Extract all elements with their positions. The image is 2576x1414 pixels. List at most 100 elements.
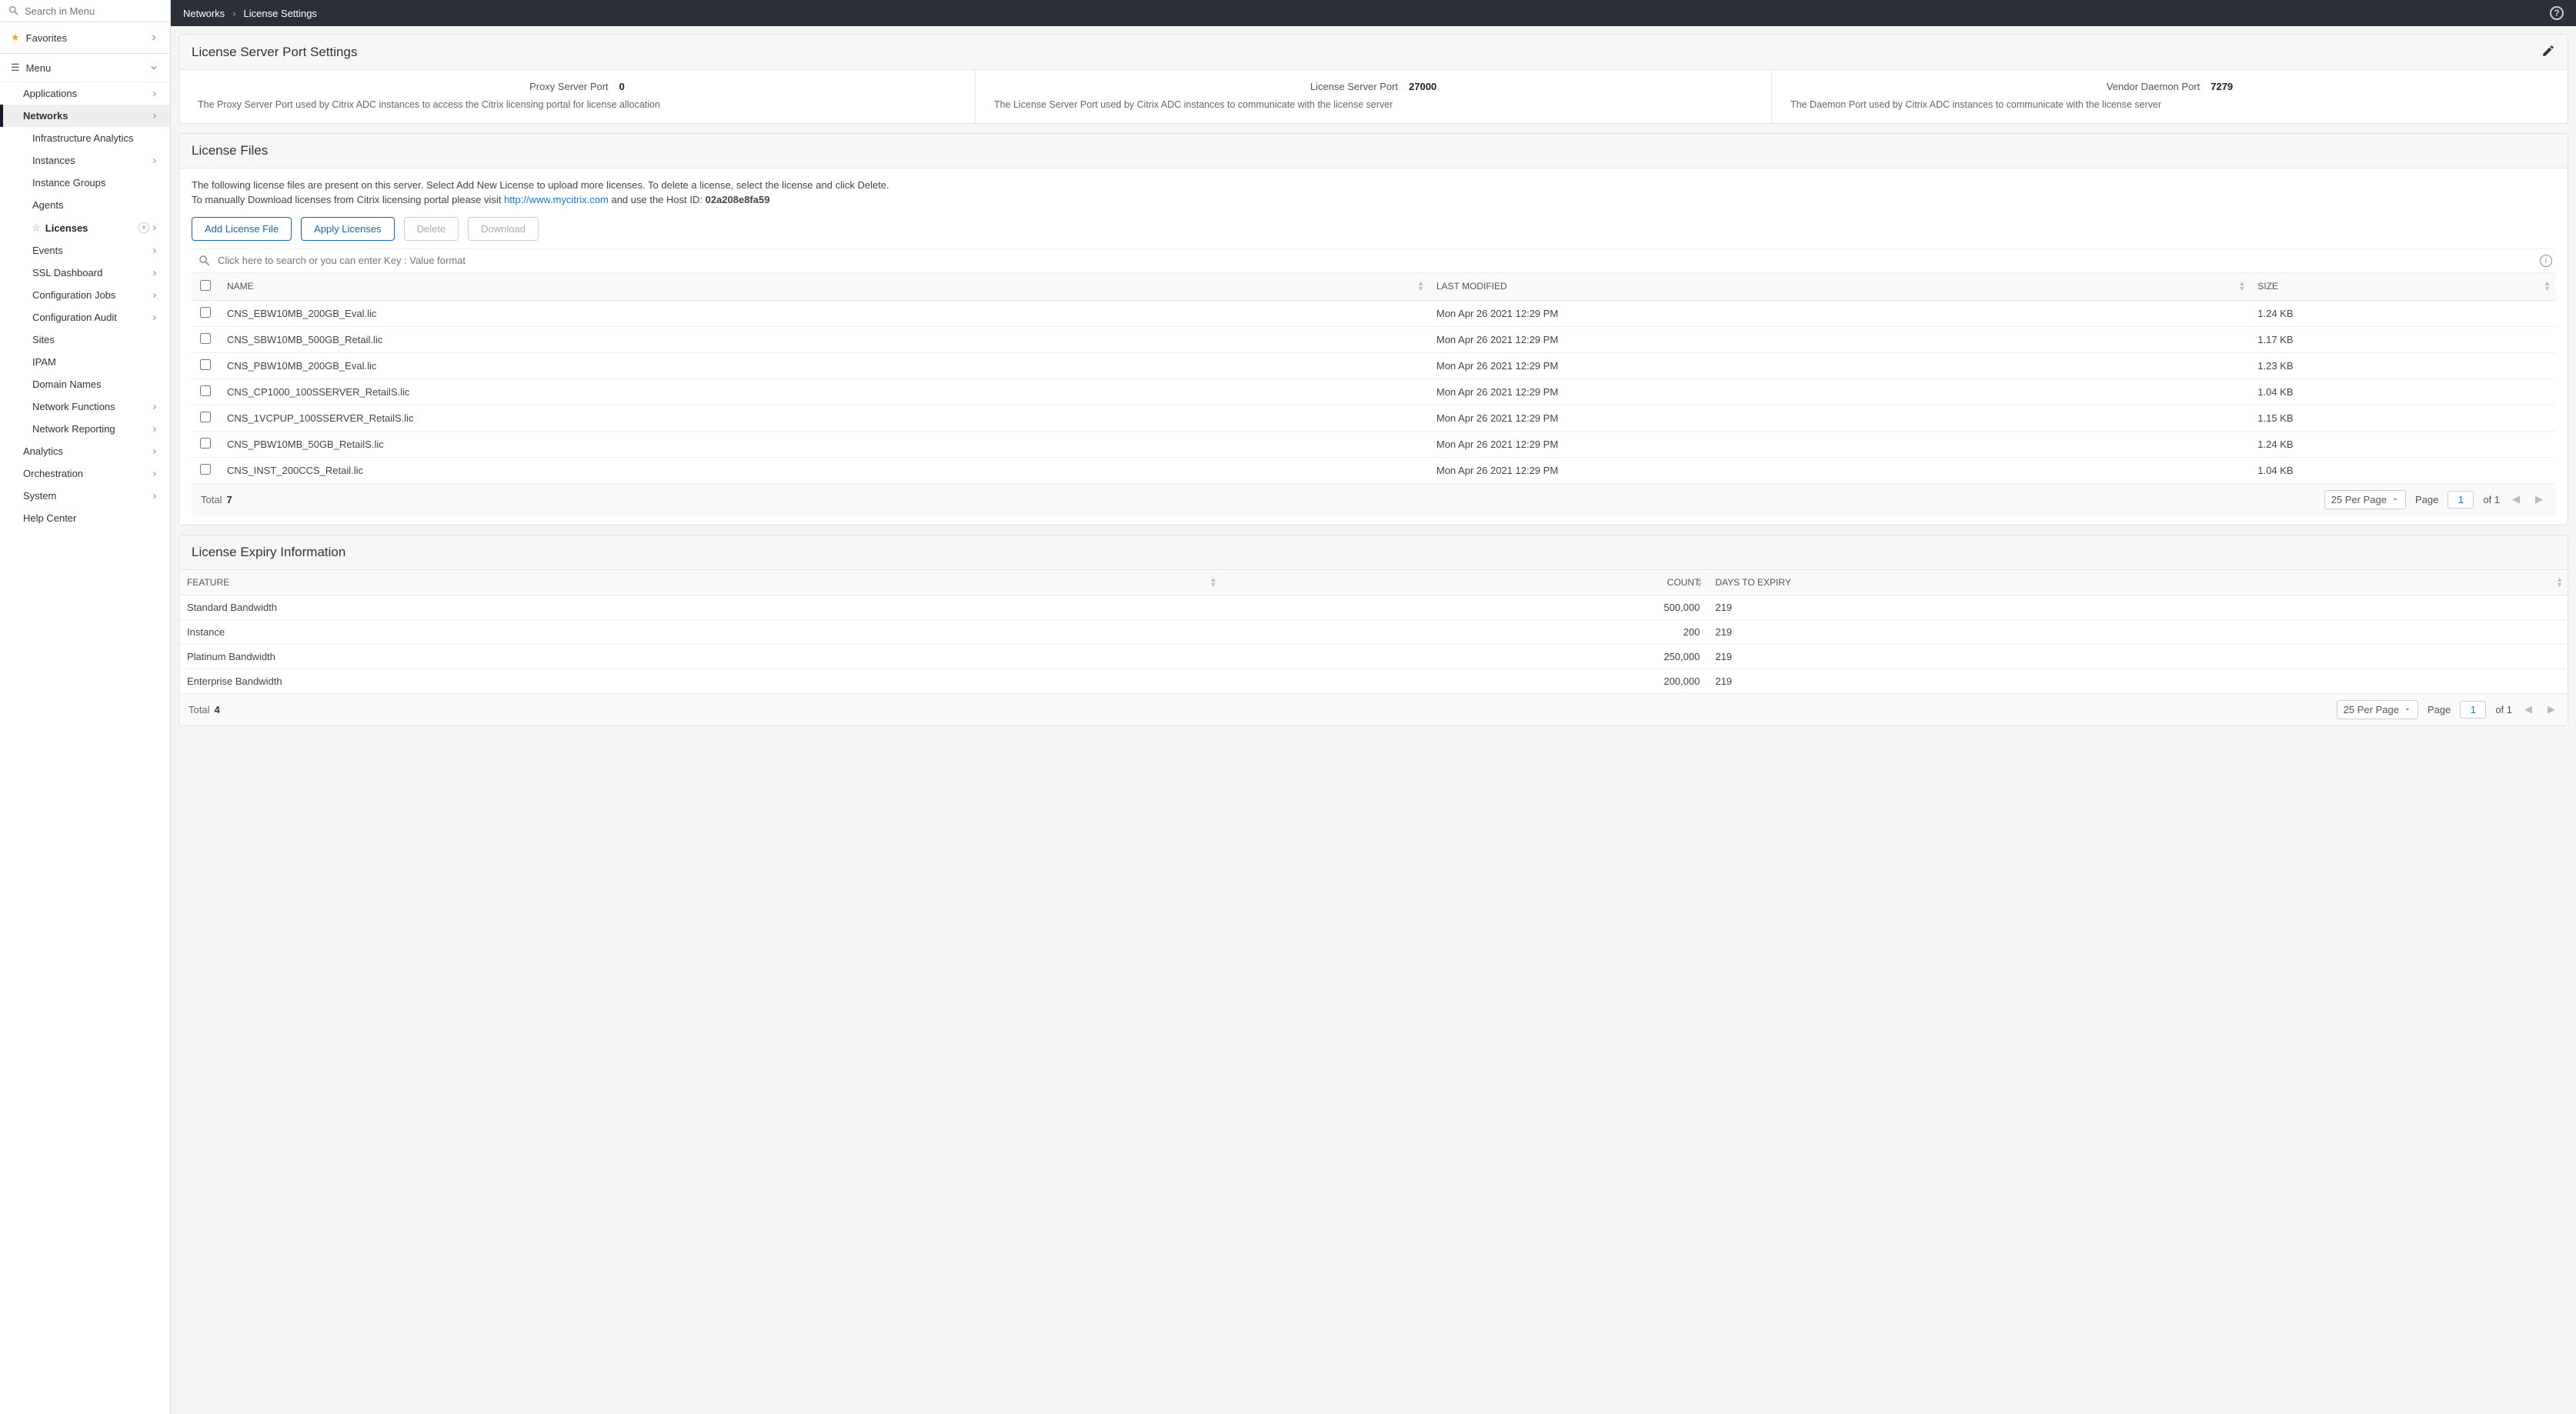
cell-days: 219: [1707, 644, 2568, 669]
sidebar-item-network-functions[interactable]: Network Functions: [0, 395, 170, 418]
prev-page-icon[interactable]: ◀: [2521, 703, 2535, 715]
table-row[interactable]: Enterprise Bandwidth200,000219: [179, 669, 2568, 693]
main: Networks › License Settings ? License Se…: [171, 0, 2576, 1414]
license-search-row: i: [192, 248, 2555, 273]
help-icon[interactable]: ?: [2550, 6, 2564, 20]
port-desc: The License Server Port used by Citrix A…: [994, 98, 1753, 112]
license-search-input[interactable]: [218, 255, 2540, 266]
table-row[interactable]: Instance200219: [179, 619, 2568, 644]
port-desc: The Daemon Port used by Citrix ADC insta…: [1790, 98, 2549, 112]
per-page-select[interactable]: 25 Per Page: [2324, 490, 2406, 509]
page-input[interactable]: [2460, 701, 2486, 719]
sidebar-item-sites[interactable]: Sites: [0, 328, 170, 351]
sidebar-item-agents[interactable]: Agents: [0, 194, 170, 216]
cell-count: 200,000: [1221, 669, 1707, 693]
chevron-right-icon: [150, 112, 159, 121]
select-all-checkbox[interactable]: [200, 280, 211, 291]
download-button[interactable]: Download: [468, 217, 539, 241]
delete-button[interactable]: Delete: [404, 217, 459, 241]
sidebar-item-networks[interactable]: Networks: [0, 105, 170, 127]
sidebar-item-label: Applications: [23, 88, 150, 99]
row-checkbox[interactable]: [200, 464, 211, 475]
chevron-right-icon: [150, 156, 159, 165]
chevron-right-icon: [150, 291, 159, 300]
menu-search-input[interactable]: [25, 5, 162, 17]
port-cell: License Server Port27000The License Serv…: [976, 70, 1772, 123]
sidebar-item-instances[interactable]: Instances: [0, 149, 170, 172]
sidebar-item-instance-groups[interactable]: Instance Groups: [0, 172, 170, 194]
menu-header[interactable]: ☰ Menu: [0, 54, 170, 82]
sidebar-item-label: Licenses: [45, 222, 135, 234]
license-expiry-title: License Expiry Information: [192, 545, 2555, 560]
sidebar-item-configuration-jobs[interactable]: Configuration Jobs: [0, 284, 170, 306]
favorites-row[interactable]: ★ Favorites: [0, 22, 170, 54]
cell-modified: Mon Apr 26 2021 12:29 PM: [1429, 457, 2250, 483]
table-row[interactable]: CNS_CP1000_100SSERVER_RetailS.licMon Apr…: [192, 379, 2555, 405]
add-license-file-button[interactable]: Add License File: [192, 217, 292, 241]
table-row[interactable]: CNS_PBW10MB_50GB_RetailS.licMon Apr 26 2…: [192, 431, 2555, 457]
table-row[interactable]: CNS_INST_200CCS_Retail.licMon Apr 26 202…: [192, 457, 2555, 483]
row-checkbox[interactable]: [200, 385, 211, 396]
chevron-right-icon: [150, 447, 159, 456]
sidebar-item-help-center[interactable]: Help Center: [0, 507, 170, 529]
search-icon: [198, 254, 212, 268]
cell-feature: Enterprise Bandwidth: [179, 669, 1221, 693]
chevron-down-icon: [2391, 495, 2399, 503]
sidebar-item-ipam[interactable]: IPAM: [0, 351, 170, 373]
cell-days: 219: [1707, 595, 2568, 619]
sidebar-item-ssl-dashboard[interactable]: SSL Dashboard: [0, 262, 170, 284]
sidebar-item-label: Network Reporting: [32, 423, 150, 435]
cell-name: CNS_INST_200CCS_Retail.lic: [219, 457, 1429, 483]
row-checkbox[interactable]: [200, 438, 211, 449]
table-row[interactable]: Standard Bandwidth500,000219: [179, 595, 2568, 619]
sidebar-item-network-reporting[interactable]: Network Reporting: [0, 418, 170, 440]
per-page-select[interactable]: 25 Per Page: [2337, 700, 2418, 719]
col-count[interactable]: COUNT▲▼: [1221, 570, 1707, 595]
chevron-right-icon: [150, 492, 159, 501]
row-checkbox[interactable]: [200, 307, 211, 318]
table-row[interactable]: CNS_PBW10MB_200GB_Eval.licMon Apr 26 202…: [192, 352, 2555, 379]
sidebar-item-infrastructure-analytics[interactable]: Infrastructure Analytics: [0, 127, 170, 149]
menu-search[interactable]: [0, 0, 170, 22]
sidebar-item-events[interactable]: Events: [0, 239, 170, 262]
col-size[interactable]: SIZE▲▼: [2250, 273, 2555, 301]
cell-modified: Mon Apr 26 2021 12:29 PM: [1429, 431, 2250, 457]
sidebar-item-domain-names[interactable]: Domain Names: [0, 373, 170, 395]
col-last-modified[interactable]: LAST MODIFIED▲▼: [1429, 273, 2250, 301]
license-files-table: NAME▲▼ LAST MODIFIED▲▼ SIZE▲▼ CNS_EBW10M…: [192, 273, 2555, 484]
next-page-icon[interactable]: ▶: [2544, 703, 2558, 715]
prev-page-icon[interactable]: ◀: [2509, 493, 2523, 505]
row-checkbox[interactable]: [200, 412, 211, 422]
sidebar-item-label: Network Functions: [32, 401, 150, 412]
sidebar-item-system[interactable]: System: [0, 485, 170, 507]
chevron-right-icon: [150, 246, 159, 255]
cell-name: CNS_PBW10MB_50GB_RetailS.lic: [219, 431, 1429, 457]
col-days[interactable]: DAYS TO EXPIRY▲▼: [1707, 570, 2568, 595]
mycitrix-link[interactable]: http://www.mycitrix.com: [504, 194, 609, 205]
table-row[interactable]: CNS_SBW10MB_500GB_Retail.licMon Apr 26 2…: [192, 326, 2555, 352]
table-row[interactable]: Platinum Bandwidth250,000219: [179, 644, 2568, 669]
table-row[interactable]: CNS_1VCPUP_100SSERVER_RetailS.licMon Apr…: [192, 405, 2555, 431]
col-feature[interactable]: FEATURE▲▼: [179, 570, 1221, 595]
apply-licenses-button[interactable]: Apply Licenses: [301, 217, 394, 241]
sidebar-item-orchestration[interactable]: Orchestration: [0, 462, 170, 485]
sidebar-item-applications[interactable]: Applications: [0, 82, 170, 105]
breadcrumb-license-settings[interactable]: License Settings: [244, 8, 317, 19]
next-page-icon[interactable]: ▶: [2532, 493, 2546, 505]
info-icon[interactable]: i: [2540, 255, 2552, 267]
sidebar-item-analytics[interactable]: Analytics: [0, 440, 170, 462]
row-checkbox[interactable]: [200, 359, 211, 370]
favorites-label: Favorites: [26, 32, 148, 44]
cell-modified: Mon Apr 26 2021 12:29 PM: [1429, 352, 2250, 379]
sidebar-item-licenses[interactable]: ☆ Licenses: [0, 216, 170, 239]
port-label: Proxy Server Port: [529, 81, 609, 92]
sidebar-item-configuration-audit[interactable]: Configuration Audit: [0, 306, 170, 328]
row-checkbox[interactable]: [200, 333, 211, 344]
breadcrumb-networks[interactable]: Networks: [183, 8, 225, 19]
col-name[interactable]: NAME▲▼: [219, 273, 1429, 301]
cell-name: CNS_PBW10MB_200GB_Eval.lic: [219, 352, 1429, 379]
page-input[interactable]: [2448, 491, 2474, 509]
star-icon: ☆: [32, 222, 41, 233]
edit-button[interactable]: [2541, 44, 2555, 60]
table-row[interactable]: CNS_EBW10MB_200GB_Eval.licMon Apr 26 202…: [192, 300, 2555, 326]
